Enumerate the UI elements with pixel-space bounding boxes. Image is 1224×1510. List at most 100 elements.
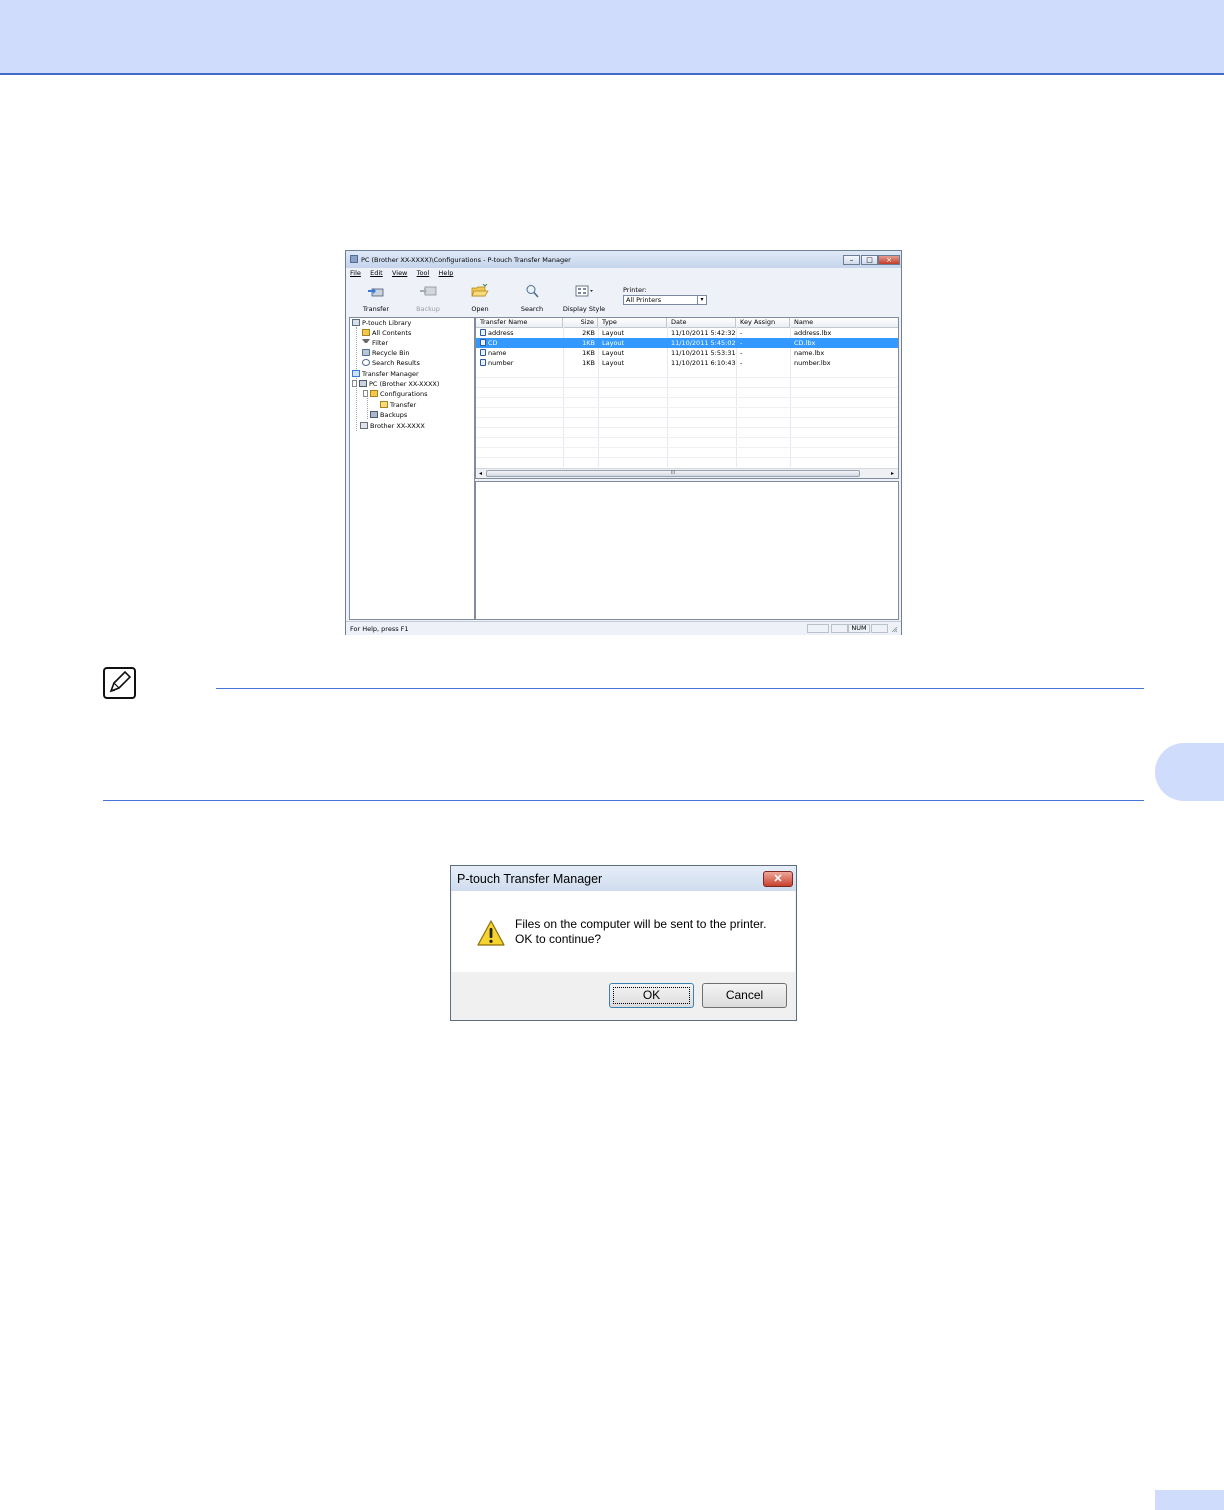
- status-bar: For Help, press F1 NUM: [346, 621, 901, 635]
- tree-item-transfer[interactable]: Transfer: [380, 401, 416, 409]
- resize-grip-icon[interactable]: [891, 626, 898, 633]
- row-name-text: address: [488, 329, 514, 337]
- cell-type: Layout: [602, 359, 625, 367]
- backup-label: Backup: [416, 305, 440, 313]
- scrollbar-thumb[interactable]: III: [486, 470, 860, 477]
- menu-edit[interactable]: Edit: [370, 269, 383, 277]
- table-row[interactable]: number 1KB Layout 11/10/2011 6:10:43... …: [476, 358, 898, 368]
- folder-tree: P-touch Library All Contents Filter Recy…: [349, 317, 475, 620]
- column-date[interactable]: Date: [667, 318, 736, 327]
- tree-item-recycle-bin[interactable]: Recycle Bin: [362, 349, 409, 357]
- tree-item-label: Search Results: [372, 359, 420, 367]
- tree-item-backups[interactable]: Backups: [370, 411, 407, 419]
- tree-item-pc[interactable]: PC (Brother XX-XXXX): [352, 380, 439, 388]
- horizontal-scrollbar[interactable]: ◂ III ▸: [476, 468, 898, 478]
- recycle-bin-icon: [362, 349, 370, 356]
- cancel-button[interactable]: Cancel: [702, 983, 787, 1008]
- file-list: Transfer Name Size Type Date Key Assign …: [475, 317, 899, 479]
- menu-file[interactable]: File: [350, 269, 361, 277]
- printer-label: Printer:: [623, 286, 647, 294]
- status-text: For Help, press F1: [350, 625, 409, 633]
- note-top-rule: [216, 688, 1144, 689]
- cell-date: 11/10/2011 6:10:43...: [671, 359, 736, 367]
- cancel-label: Cancel: [725, 988, 764, 1002]
- column-size[interactable]: Size: [563, 318, 598, 327]
- dialog-message-line1: Files on the computer will be sent to th…: [515, 917, 767, 931]
- printer-icon: [360, 422, 368, 429]
- tree-item-search-results[interactable]: Search Results: [362, 359, 420, 367]
- note-bottom-rule: [103, 800, 1144, 801]
- computer-icon: [359, 380, 367, 387]
- column-type[interactable]: Type: [598, 318, 667, 327]
- table-row[interactable]: address 2KB Layout 11/10/2011 5:42:32...…: [476, 328, 898, 338]
- display-style-label: Display Style: [562, 305, 606, 313]
- collapse-icon[interactable]: [352, 380, 357, 387]
- grid-row-divider: [476, 457, 898, 458]
- grid-row-divider: [476, 427, 898, 428]
- folder-open-icon: [471, 284, 489, 297]
- grid-row-divider: [476, 407, 898, 408]
- transfer-manager-icon: [352, 370, 360, 377]
- dialog-message: Files on the computer will be sent to th…: [515, 917, 766, 947]
- chapter-tab: [1155, 743, 1224, 801]
- column-name[interactable]: Name: [790, 318, 898, 327]
- layout-file-icon: [480, 339, 486, 346]
- cell-type: Layout: [602, 339, 625, 347]
- tree-item-printer[interactable]: Brother XX-XXXX: [360, 422, 425, 430]
- cell-file-name: number.lbx: [794, 359, 831, 367]
- search-button[interactable]: Search: [509, 280, 555, 315]
- open-button[interactable]: Open: [457, 280, 503, 315]
- printer-select-value: All Printers: [626, 296, 662, 304]
- dialog-title: P-touch Transfer Manager: [457, 872, 603, 886]
- tree-item-label: Recycle Bin: [372, 349, 410, 357]
- scroll-left-icon[interactable]: ◂: [476, 469, 485, 478]
- transfer-button[interactable]: Transfer: [353, 280, 399, 315]
- maximize-icon[interactable]: □: [861, 255, 878, 265]
- dialog-close-icon[interactable]: ✕: [763, 871, 793, 887]
- column-transfer-name[interactable]: Transfer Name: [476, 318, 563, 327]
- tree-item-transfer-manager[interactable]: Transfer Manager: [352, 370, 419, 378]
- file-list-header: Transfer Name Size Type Date Key Assign …: [476, 318, 898, 328]
- minimize-icon[interactable]: –: [843, 255, 860, 265]
- ok-button[interactable]: OK: [609, 983, 694, 1008]
- grid-row-divider: [476, 377, 898, 378]
- folder-icon: [362, 329, 370, 336]
- dialog-title-bar: P-touch Transfer Manager ✕: [451, 866, 796, 891]
- configurations-folder-icon: [370, 390, 378, 397]
- cell-file-name: address.lbx: [794, 329, 832, 337]
- close-icon[interactable]: ×: [878, 255, 900, 265]
- tree-item-label: Transfer Manager: [362, 370, 419, 378]
- layout-file-icon: [480, 349, 486, 356]
- grid-row-divider: [476, 387, 898, 388]
- chevron-down-icon[interactable]: ▾: [697, 296, 706, 304]
- window-title-bar: PC (Brother XX-XXXX)\Configurations - P-…: [346, 251, 901, 268]
- preview-pane: [475, 481, 899, 620]
- backup-button[interactable]: Backup: [405, 280, 451, 315]
- transfer-icon: [368, 288, 384, 297]
- collapse-icon[interactable]: [363, 390, 368, 397]
- toolbar: Transfer Backup Open Search Display Styl…: [347, 280, 900, 316]
- status-num: NUM: [848, 624, 870, 633]
- menu-help[interactable]: Help: [439, 269, 454, 277]
- column-key-assign[interactable]: Key Assign: [736, 318, 790, 327]
- tree-item-label: Backups: [380, 411, 408, 419]
- menu-view[interactable]: View: [392, 269, 407, 277]
- table-row-selected[interactable]: CD 1KB Layout 11/10/2011 5:45:02... - CD…: [476, 338, 898, 348]
- cell-transfer-name: CD: [476, 338, 563, 348]
- cell-size: 1KB: [582, 339, 595, 347]
- grid-row-divider: [476, 417, 898, 418]
- grid-row-divider: [476, 437, 898, 438]
- backup-icon: [420, 286, 437, 296]
- printer-select[interactable]: All Printers ▾: [623, 295, 707, 305]
- table-row[interactable]: name 1KB Layout 11/10/2011 5:53:31... - …: [476, 348, 898, 358]
- tree-item-configurations[interactable]: Configurations: [363, 390, 427, 398]
- display-style-button[interactable]: Display Style: [561, 280, 607, 315]
- tree-item-filter[interactable]: Filter: [362, 339, 388, 347]
- cell-size: 1KB: [582, 359, 595, 367]
- scroll-right-icon[interactable]: ▸: [888, 469, 897, 478]
- menu-tool[interactable]: Tool: [417, 269, 430, 277]
- tree-item-all-contents[interactable]: All Contents: [362, 329, 411, 337]
- cell-size: 2KB: [582, 329, 595, 337]
- tree-item-label: Transfer: [390, 401, 417, 409]
- tree-item-library[interactable]: P-touch Library: [352, 319, 411, 327]
